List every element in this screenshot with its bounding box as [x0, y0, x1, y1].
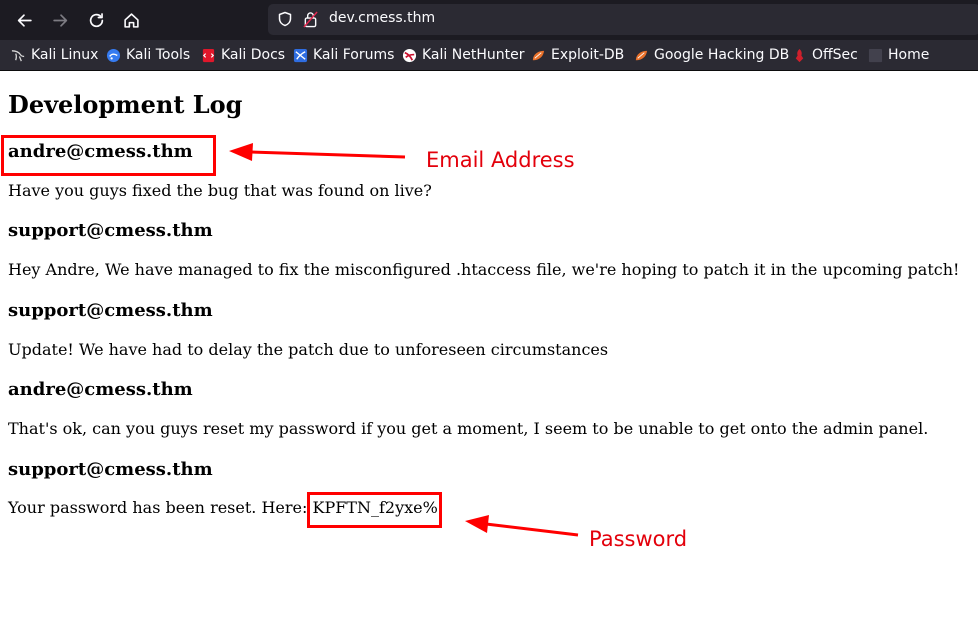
reload-button[interactable] — [82, 6, 110, 34]
bookmark-kali-docs[interactable]: Kali Docs — [201, 45, 285, 65]
email-highlight-box — [1, 135, 216, 176]
entry-sender: andre@cmess.thm — [8, 379, 193, 400]
password-label: Password — [589, 527, 688, 551]
kali-forums-icon — [293, 48, 308, 62]
back-button[interactable] — [10, 6, 38, 34]
entry-sender: support@cmess.thm — [8, 220, 213, 241]
home-button[interactable] — [117, 6, 145, 34]
forward-button[interactable] — [46, 6, 74, 34]
url-input[interactable] — [329, 10, 929, 26]
bookmark-kali-linux[interactable]: Kali Linux — [11, 45, 98, 65]
bookmark-offsec[interactable]: OffSec — [792, 45, 858, 65]
folder-icon — [868, 48, 883, 62]
offsec-icon — [795, 48, 804, 62]
ghdb-icon — [635, 50, 648, 60]
url-bar[interactable] — [268, 4, 978, 35]
bookmark-exploit-db[interactable]: Exploit-DB — [531, 45, 624, 65]
bookmark-kali-forums[interactable]: Kali Forums — [293, 45, 394, 65]
entry-sender: support@cmess.thm — [8, 459, 213, 480]
kali-nethunter-icon — [402, 48, 417, 62]
home-icon — [123, 12, 139, 28]
password-highlight-box — [307, 492, 442, 528]
bookmark-kali-tools[interactable]: Kali Tools — [106, 45, 190, 65]
kali-tools-icon — [106, 48, 121, 62]
entry-message: Update! We have had to delay the patch d… — [8, 340, 609, 359]
email-address-label: Email Address — [426, 148, 575, 172]
lock-insecure-icon[interactable] — [303, 11, 318, 28]
entry-message: Hey Andre, We have managed to fix the mi… — [8, 260, 960, 279]
kali-docs-icon — [202, 48, 215, 62]
reload-icon — [89, 12, 103, 27]
entry-sender: support@cmess.thm — [8, 300, 213, 321]
exploit-db-icon — [532, 50, 545, 60]
bookmark-google-hacking-db[interactable]: Google Hacking DB — [634, 45, 789, 65]
password-arrow — [465, 515, 579, 537]
password-message-prefix: Your password has been reset. Here: — [8, 498, 313, 517]
bookmarks-toolbar: Kali Linux Kali Tools Kali Docs Kali For… — [0, 40, 978, 71]
entry-message: That's ok, can you guys reset my passwor… — [8, 419, 929, 438]
back-arrow-icon — [17, 13, 32, 27]
shield-icon[interactable] — [277, 11, 293, 27]
entry-message: Have you guys fixed the bug that was fou… — [8, 181, 432, 200]
browser-toolbar — [0, 0, 978, 40]
forward-arrow-icon — [52, 13, 67, 27]
page-title: Development Log — [8, 90, 243, 119]
kali-dragon-icon — [11, 49, 25, 61]
bookmark-home[interactable]: Home — [868, 45, 929, 65]
bookmark-kali-nethunter[interactable]: Kali NetHunter — [402, 45, 524, 65]
